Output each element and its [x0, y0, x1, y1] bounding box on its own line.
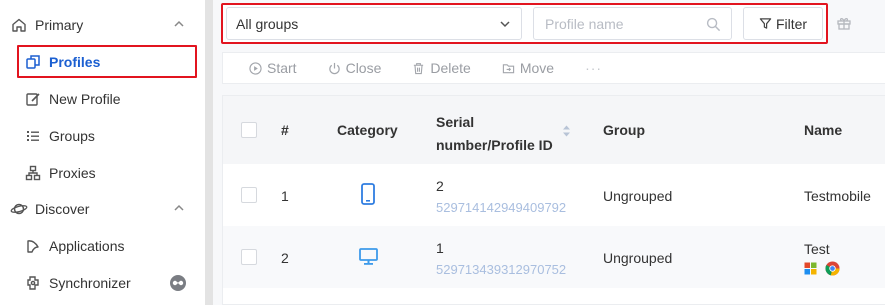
chevron-up-icon	[174, 204, 184, 211]
row-serial: 1	[436, 240, 444, 256]
filter-icon	[759, 18, 772, 29]
group-select-value: All groups	[236, 15, 299, 32]
row-group: Ungrouped	[603, 250, 673, 266]
sidebar-section-discover[interactable]: Discover	[0, 190, 205, 227]
sidebar-item-synchronizer[interactable]: Synchronizer	[0, 264, 205, 301]
mobile-icon	[361, 183, 375, 205]
sidebar-item-new-profile[interactable]: New Profile	[0, 80, 205, 117]
column-category: Category	[337, 122, 398, 138]
column-serial-line1: Serial	[436, 114, 475, 130]
row-name[interactable]: Testmobile	[804, 188, 871, 204]
play-icon	[249, 61, 262, 75]
sidebar-scrollbar[interactable]	[205, 0, 213, 305]
home-icon	[10, 16, 28, 34]
row-index: 1	[281, 188, 289, 204]
row-checkbox[interactable]	[241, 249, 257, 265]
sidebar-item-label: Groups	[49, 127, 95, 144]
row-index: 2	[281, 250, 289, 266]
action-bar: Start Close Delete Move ···	[222, 52, 885, 84]
filter-button[interactable]: Filter	[743, 7, 823, 40]
column-serial[interactable]: Serial number/Profile ID	[436, 111, 553, 157]
move-button[interactable]: Move	[502, 60, 554, 76]
chrome-icon	[825, 261, 840, 276]
delete-button[interactable]: Delete	[412, 60, 471, 76]
desktop-icon	[359, 248, 378, 265]
sidebar-item-label: Applications	[49, 237, 125, 254]
glasses-badge-icon	[170, 275, 186, 291]
active-item-highlight	[17, 45, 197, 78]
delete-label: Delete	[430, 60, 471, 76]
filter-label: Filter	[775, 15, 808, 32]
sidebar-section-primary[interactable]: Primary	[0, 6, 205, 43]
sidebar-item-proxies[interactable]: Proxies	[0, 154, 205, 191]
sync-icon	[24, 274, 42, 292]
start-label: Start	[267, 60, 297, 76]
edit-icon	[24, 90, 42, 108]
start-button[interactable]: Start	[249, 60, 297, 76]
group-select[interactable]: All groups	[226, 7, 522, 40]
close-button[interactable]: Close	[328, 60, 382, 76]
row-group: Ungrouped	[603, 188, 673, 204]
row-checkbox[interactable]	[241, 187, 257, 203]
sort-icon[interactable]	[562, 124, 571, 138]
chevron-down-icon	[500, 21, 510, 28]
select-all-checkbox[interactable]	[241, 122, 257, 138]
sidebar: Primary Profiles New Profile Groups Prox…	[0, 0, 205, 305]
profiles-table: # Category Serial number/Profile ID Grou…	[222, 95, 885, 305]
chevron-up-icon	[174, 20, 184, 27]
applications-icon	[24, 237, 42, 255]
planet-icon	[10, 200, 28, 218]
sidebar-item-label: Synchronizer	[49, 274, 131, 291]
row-profile-id[interactable]: 529714142949409792	[436, 200, 566, 215]
table-row[interactable]: 1 2 529714142949409792 Ungrouped Testmob…	[223, 164, 885, 226]
network-icon	[24, 164, 42, 182]
sidebar-item-applications[interactable]: Applications	[0, 227, 205, 264]
row-serial: 2	[436, 178, 444, 194]
row-profile-id[interactable]: 529713439312970752	[436, 262, 566, 277]
sidebar-item-label: New Profile	[49, 90, 121, 107]
sidebar-section-label: Primary	[35, 16, 84, 33]
column-serial-line2: number/Profile ID	[436, 137, 553, 153]
sidebar-item-label: Proxies	[49, 164, 96, 181]
table-row[interactable]: 2 1 529713439312970752 Ungrouped Test	[223, 226, 885, 288]
folder-icon	[502, 63, 515, 73]
column-name: Name	[804, 122, 843, 138]
trash-icon	[414, 62, 424, 74]
column-index: #	[281, 122, 289, 138]
search-icon[interactable]	[706, 17, 721, 32]
profile-search[interactable]	[533, 7, 732, 40]
windows-icon	[804, 262, 817, 275]
search-input[interactable]	[545, 15, 705, 32]
list-icon	[24, 127, 42, 145]
row-name[interactable]: Test	[804, 241, 830, 257]
more-icon: ···	[585, 60, 603, 76]
sidebar-section-label: Discover	[35, 200, 90, 217]
gift-icon[interactable]	[836, 15, 852, 31]
more-button[interactable]: ···	[585, 60, 602, 76]
power-icon	[328, 62, 340, 74]
column-group: Group	[603, 122, 645, 138]
sidebar-item-groups[interactable]: Groups	[0, 117, 205, 154]
close-label: Close	[345, 60, 382, 76]
table-header: # Category Serial number/Profile ID Grou…	[223, 96, 885, 164]
move-label: Move	[519, 60, 555, 76]
